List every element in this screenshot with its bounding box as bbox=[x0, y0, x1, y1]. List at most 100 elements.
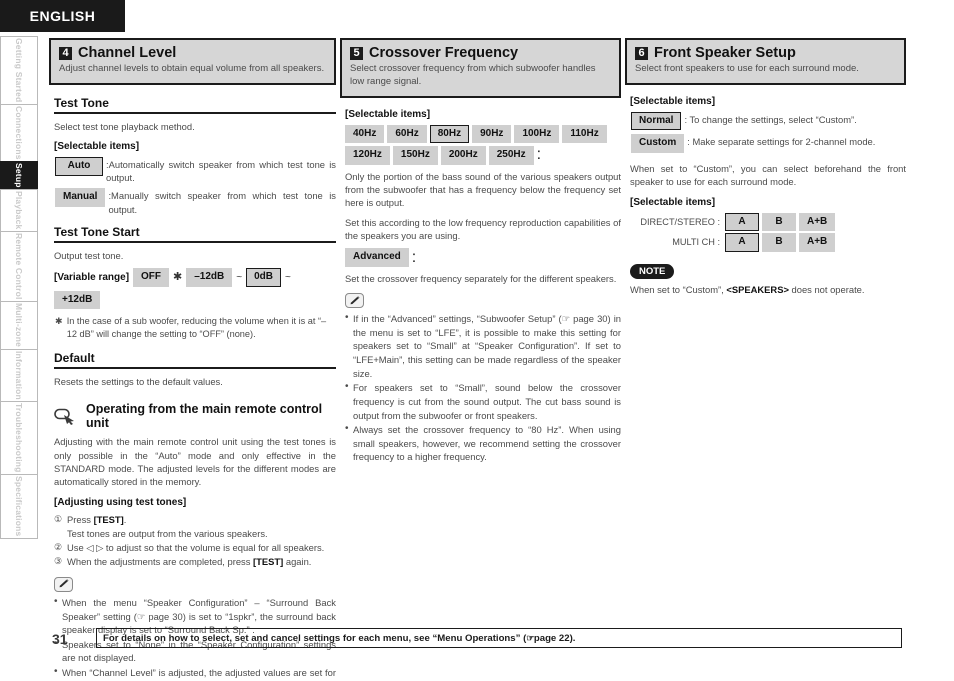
step-number: ③ bbox=[54, 555, 63, 566]
sidebar-item-specifications[interactable]: Specifications bbox=[0, 474, 38, 539]
chip-multi-a-plus-b[interactable]: A+B bbox=[799, 233, 836, 252]
selectable-item-custom[interactable]: Custom : Make separate settings for 2-ch… bbox=[631, 134, 906, 153]
advanced-colon: : bbox=[411, 248, 417, 266]
sidebar-item-label: Multi-zone bbox=[14, 303, 24, 348]
chip-direct-b[interactable]: B bbox=[762, 212, 796, 231]
sidebar-item-label: Connections bbox=[14, 106, 24, 160]
advanced-description: Set the crossover frequency separately f… bbox=[345, 272, 617, 284]
section-number-badge: 5 bbox=[350, 47, 363, 60]
test-tone-start-intro: Output test tone. bbox=[54, 249, 124, 261]
step-number: ① bbox=[54, 513, 63, 524]
section-header-front-speaker-setup: 6 Front Speaker Setup Select front speak… bbox=[625, 38, 906, 85]
step-1-note: Test tones are output from the various s… bbox=[54, 527, 336, 541]
sidebar-item-multi-zone[interactable]: Multi-zone bbox=[0, 301, 38, 349]
sidebar-item-setup[interactable]: Setup bbox=[0, 161, 38, 190]
chip-110hz[interactable]: 110Hz bbox=[562, 124, 607, 144]
step-text: When the adjustments are completed, pres… bbox=[67, 555, 254, 567]
selectable-item-auto[interactable]: Auto :Automatically switch speaker from … bbox=[55, 157, 336, 184]
section-title: Front Speaker Setup bbox=[654, 45, 796, 61]
pointing-hand-icon: ☞ bbox=[526, 632, 534, 643]
range-tilde-2: ~ bbox=[285, 271, 291, 283]
custom-body: When set to “Custom”, you can select bef… bbox=[630, 162, 906, 188]
subheading-test-tone: Test Tone bbox=[54, 96, 336, 114]
chip-multi-b[interactable]: B bbox=[762, 233, 796, 252]
chip-200hz[interactable]: 200Hz bbox=[440, 146, 486, 165]
frequency-colon: : bbox=[536, 146, 542, 164]
note-key-speakers: <SPEAKERS> bbox=[726, 284, 789, 295]
row-label-multi-ch: MULTI CH : bbox=[672, 237, 720, 248]
section-title: Crossover Frequency bbox=[369, 45, 519, 61]
footer-text-pre: For details on how to select, set and ca… bbox=[103, 632, 527, 644]
test-tone-intro: Select test tone playback method. bbox=[54, 120, 195, 132]
sidebar-item-connections[interactable]: Connections bbox=[0, 103, 38, 162]
chip-250hz[interactable]: 250Hz bbox=[488, 146, 534, 165]
sidebar-item-label: Setup bbox=[14, 163, 24, 188]
row-label-direct-stereo: DIRECT/STEREO : bbox=[640, 216, 720, 227]
sidebar-item-playback[interactable]: Playback bbox=[0, 189, 38, 232]
chip-manual[interactable]: Manual bbox=[55, 188, 106, 207]
sidebar-item-label: Remote Control bbox=[14, 233, 24, 300]
note-text-post: does not operate. bbox=[788, 284, 865, 295]
subheading-test-tone-start: Test Tone Start bbox=[54, 225, 336, 243]
chip-90hz[interactable]: 90Hz bbox=[472, 124, 512, 144]
sidebar-item-getting-started[interactable]: Getting Started bbox=[0, 36, 38, 104]
chip-plus-12db[interactable]: +12dB bbox=[54, 290, 101, 310]
asterisk-mark: ✱ bbox=[173, 270, 183, 283]
chip-80hz[interactable]: 80Hz bbox=[429, 124, 470, 144]
chip-custom-description: : Make separate settings for 2-channel m… bbox=[687, 136, 876, 148]
step-text: Press bbox=[67, 513, 94, 525]
footer-note-bar: For details on how to select, set and ca… bbox=[96, 628, 902, 648]
test-tone-footnote: ✱ In the case of a sub woofer, reducing … bbox=[55, 315, 336, 342]
pencil-note-icon bbox=[345, 293, 364, 309]
chip-off[interactable]: OFF bbox=[133, 268, 170, 287]
chip-minus-12db[interactable]: –12dB bbox=[186, 268, 233, 287]
chip-advanced[interactable]: Advanced bbox=[345, 248, 409, 267]
selectable-items-label: [Selectable items] bbox=[345, 108, 431, 120]
section-header-channel-level: 4 Channel Level Adjust channel levels to… bbox=[49, 38, 336, 85]
chip-custom[interactable]: Custom bbox=[631, 134, 685, 153]
list-item: For speakers set to “Small”, sound below… bbox=[345, 380, 621, 422]
chip-normal[interactable]: Normal bbox=[631, 111, 682, 131]
front-speaker-table: DIRECT/STEREO : A B A+B MULTI CH : A B A… bbox=[630, 212, 906, 252]
sidebar-item-information[interactable]: Information bbox=[0, 348, 38, 402]
list-item: ② Use ◁ ▷ to adjust so that the volume i… bbox=[54, 541, 336, 555]
key-test: [TEST] bbox=[93, 513, 124, 525]
chip-40hz[interactable]: 40Hz bbox=[345, 124, 385, 144]
crossover-body-1: Only the portion of the bass sound of th… bbox=[345, 170, 621, 209]
key-test: [TEST] bbox=[253, 555, 284, 567]
column-crossover-frequency: 5 Crossover Frequency Select crossover f… bbox=[340, 38, 621, 465]
sidebar-item-remote-control[interactable]: Remote Control bbox=[0, 231, 38, 302]
selectable-item-manual[interactable]: Manual :Manually switch speaker from whi… bbox=[55, 188, 336, 215]
range-tilde-1: ~ bbox=[236, 271, 243, 283]
section-header-crossover-frequency: 5 Crossover Frequency Select crossover f… bbox=[340, 38, 621, 98]
sidebar-item-label: Information bbox=[14, 350, 24, 400]
chip-120hz[interactable]: 120Hz bbox=[345, 146, 390, 165]
note-badge: NOTE bbox=[630, 263, 675, 279]
chip-auto-description: :Automatically switch speaker from which… bbox=[106, 159, 336, 184]
chip-multi-a[interactable]: A bbox=[725, 233, 759, 252]
step-text-post: again. bbox=[283, 555, 312, 567]
default-intro: Resets the settings to the default value… bbox=[54, 375, 223, 387]
footnote-text: In the case of a sub woofer, reducing th… bbox=[66, 316, 327, 340]
chip-60hz[interactable]: 60Hz bbox=[387, 124, 427, 144]
crossover-notes: If in the “Advanced” settings, “Subwoofe… bbox=[345, 311, 621, 464]
chip-0db[interactable]: 0dB bbox=[246, 268, 282, 287]
step-1-note-text: Test tones are output from the various s… bbox=[67, 527, 268, 539]
selectable-item-normal[interactable]: Normal : To change the settings, select … bbox=[631, 111, 906, 131]
chip-auto[interactable]: Auto bbox=[55, 157, 103, 176]
chip-150hz[interactable]: 150Hz bbox=[392, 146, 438, 165]
chip-direct-a-plus-b[interactable]: A+B bbox=[799, 212, 836, 231]
chip-direct-a[interactable]: A bbox=[725, 212, 759, 231]
chip-100hz[interactable]: 100Hz bbox=[514, 124, 560, 144]
manual-page: ENGLISH Getting Started Connections Setu… bbox=[0, 0, 954, 681]
advanced-row: Advanced : bbox=[345, 248, 621, 267]
step-text-post: . bbox=[123, 513, 127, 525]
crossover-frequency-chips: 40Hz 60Hz 80Hz 90Hz 100Hz 110Hz 120Hz 15… bbox=[345, 124, 621, 165]
sidebar-item-troubleshooting[interactable]: Troubleshooting bbox=[0, 401, 38, 475]
pencil-note-icon bbox=[54, 576, 73, 592]
table-row: MULTI CH : A B A+B bbox=[630, 233, 906, 252]
sidebar-item-label: Specifications bbox=[14, 476, 24, 537]
section-number-badge: 4 bbox=[59, 47, 72, 60]
footnote-mark: ✱ bbox=[55, 316, 63, 327]
variable-range-label: [Variable range] bbox=[54, 271, 130, 283]
